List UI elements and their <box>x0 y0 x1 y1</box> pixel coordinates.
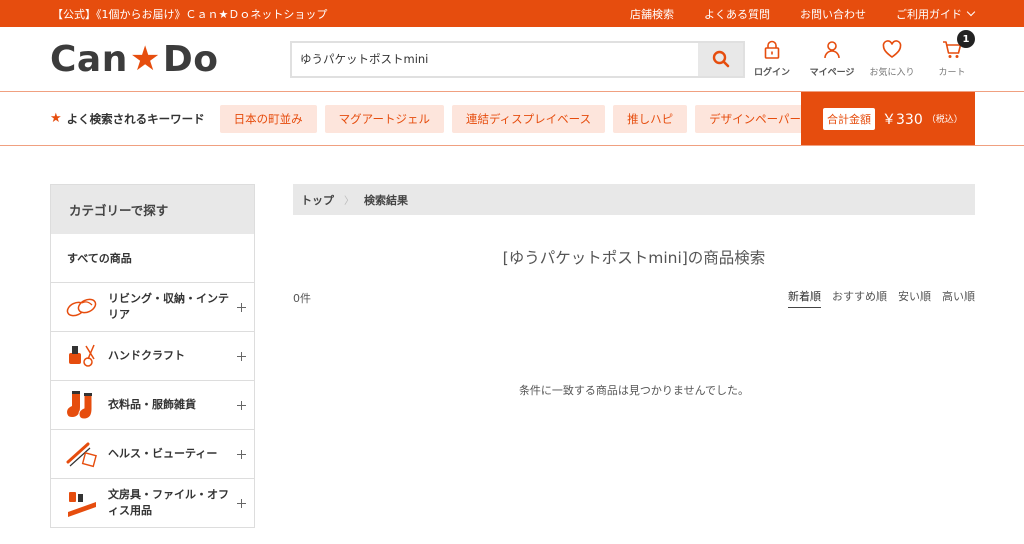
favorites-label: お気に入り <box>869 68 915 78</box>
expand-plus-icon[interactable] <box>237 400 246 410</box>
mypage-button[interactable]: マイページ <box>809 40 855 78</box>
expand-plus-icon[interactable] <box>237 351 246 361</box>
mypage-label: マイページ <box>809 68 855 78</box>
total-amount: ￥330 <box>882 111 923 128</box>
keyword-bar: ★ よく検索されるキーワード 日本の町並み マグアートジェル 連結ディスプレイベ… <box>0 92 1024 146</box>
search-icon <box>712 50 729 68</box>
sidebar-heading: カテゴリーで探す <box>51 185 254 234</box>
cart-count-badge: 1 <box>957 30 975 48</box>
header-icons: ログイン マイページ お気に入り 1 カート <box>749 30 975 78</box>
star-icon: ★ <box>50 111 62 126</box>
breadcrumb: トップ 〉 検索結果 <box>293 184 975 215</box>
login-button[interactable]: ログイン <box>749 40 795 78</box>
expand-plus-icon[interactable] <box>237 498 246 508</box>
sidebar-item-all[interactable]: すべての商品 <box>51 234 254 283</box>
guide-link-label: ご利用ガイド <box>896 7 962 21</box>
result-count: 0件 <box>293 292 311 305</box>
lock-icon <box>764 40 780 59</box>
chevron-down-icon <box>966 7 976 16</box>
page-title: [ゆうパケットポストmini]の商品検索 <box>502 249 766 267</box>
sidebar-item-health-beauty[interactable]: ヘルス・ビューティー <box>51 430 254 479</box>
results-toolbar: 0件 新着順 おすすめ順 安い順 高い順 <box>293 288 975 308</box>
expand-plus-icon[interactable] <box>237 449 246 459</box>
socks-icon <box>65 388 99 422</box>
craft-tools-icon <box>65 339 99 373</box>
sort-options: 新着順 おすすめ順 安い順 高い順 <box>788 288 975 308</box>
header: Can★Do ログイン マイページ <box>0 27 1024 92</box>
guide-link[interactable]: ご利用ガイド <box>896 6 976 22</box>
search-box <box>290 40 745 78</box>
store-search-link[interactable]: 店舗検索 <box>630 6 674 22</box>
keyword-chip[interactable]: デザインペーパー <box>695 104 815 133</box>
sidebar-item-label: 衣料品・服飾雑貨 <box>108 398 196 411</box>
sort-recommended[interactable]: おすすめ順 <box>832 288 887 308</box>
keyword-title: ★ よく検索されるキーワード <box>50 111 205 127</box>
login-label: ログイン <box>753 68 790 78</box>
cart-button[interactable]: 1 カート <box>929 30 975 78</box>
cart-label: カート <box>938 68 966 78</box>
sort-price-high[interactable]: 高い順 <box>942 288 975 308</box>
sidebar-item-label: ヘルス・ビューティー <box>108 447 218 460</box>
sidebar-item-clothing[interactable]: 衣料品・服飾雑貨 <box>51 381 254 430</box>
sidebar-item-label: リビング・収納・インテリア <box>108 292 229 321</box>
expand-plus-icon[interactable] <box>237 302 246 312</box>
category-sidebar: カテゴリーで探す すべての商品 リビング・収納・インテリア ハンドクラフト 衣料… <box>50 184 255 528</box>
contact-link[interactable]: お問い合わせ <box>800 6 866 22</box>
topbar-links: 店舗検索 よくある質問 お問い合わせ ご利用ガイド <box>630 6 976 22</box>
sidebar-item-stationery[interactable]: 文房具・ファイル・オフィス用品 <box>51 479 254 528</box>
main: カテゴリーで探す すべての商品 リビング・収納・インテリア ハンドクラフト 衣料… <box>0 146 1024 528</box>
cart-total[interactable]: 合計金額 ￥330 （税込） <box>801 92 975 145</box>
keyword-chip[interactable]: 連結ディスプレイベース <box>451 104 606 133</box>
breadcrumb-top[interactable]: トップ <box>301 192 334 208</box>
keyword-chip[interactable]: 日本の町並み <box>219 104 317 133</box>
search-button[interactable] <box>698 42 743 76</box>
sidebar-item-living[interactable]: リビング・収納・インテリア <box>51 283 254 332</box>
logo-text-do: Do <box>162 38 219 80</box>
keyword-chip[interactable]: マグアートジェル <box>324 104 444 133</box>
total-tax-note: （税込） <box>926 115 963 125</box>
keyword-title-label: よく検索されるキーワード <box>66 111 205 126</box>
total-label: 合計金額 <box>823 107 875 130</box>
sidebar-item-label: 文房具・ファイル・オフィス用品 <box>108 488 229 517</box>
empty-results-message: 条件に一致する商品は見つかりませんでした。 <box>518 384 750 397</box>
topbar-notice: 【公式】《1個からお届け》Ｃａｎ★Ｄｏネットショップ <box>52 7 328 21</box>
comb-icon <box>65 437 99 471</box>
sort-newest[interactable]: 新着順 <box>788 288 821 308</box>
sort-price-low[interactable]: 安い順 <box>898 288 931 308</box>
search-input[interactable] <box>292 42 698 76</box>
keyword-chip[interactable]: 推しハピ <box>613 104 688 133</box>
sidebar-item-handcraft[interactable]: ハンドクラフト <box>51 332 254 381</box>
search-results: トップ 〉 検索結果 [ゆうパケットポストmini]の商品検索 0件 新着順 お… <box>293 184 975 528</box>
sidebar-item-label: ハンドクラフト <box>108 349 185 362</box>
breadcrumb-current: 検索結果 <box>364 193 408 207</box>
breadcrumb-separator-icon: 〉 <box>344 196 354 207</box>
logo[interactable]: Can ★ Do <box>50 38 232 80</box>
logo-star: ★ <box>129 39 161 79</box>
top-bar: 【公式】《1個からお届け》Ｃａｎ★Ｄｏネットショップ 店舗検索 よくある質問 お… <box>0 0 1024 27</box>
stationery-icon <box>65 486 99 520</box>
slippers-icon <box>65 290 99 324</box>
heart-icon <box>882 40 902 58</box>
favorites-button[interactable]: お気に入り <box>869 40 915 78</box>
faq-link[interactable]: よくある質問 <box>704 6 770 22</box>
logo-text-can: Can <box>50 38 128 80</box>
person-icon <box>824 41 840 59</box>
